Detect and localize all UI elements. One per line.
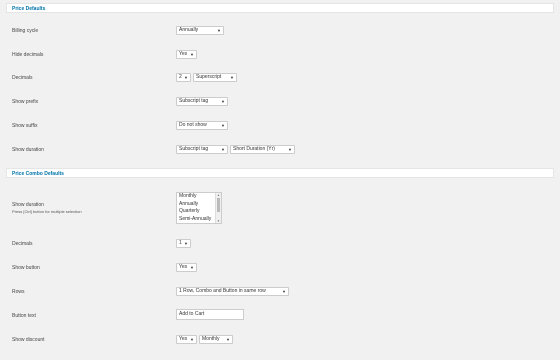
chevron-down-icon: ▼ [190, 265, 194, 270]
billing-cycle-select[interactable]: Annually ▼ [176, 26, 224, 35]
decimals-label: Decimals [12, 75, 33, 81]
decimals-value: 2 [179, 74, 182, 80]
show-suffix-value: Do not show [179, 122, 207, 128]
decimals-position-select[interactable]: Superscript ▼ [193, 73, 237, 82]
show-button-value: Yes [179, 264, 188, 270]
chevron-down-icon: ▼ [184, 75, 188, 80]
duration-format-select[interactable]: Short Duration (Yr) ▼ [230, 145, 295, 154]
show-discount-value: Yes [179, 336, 188, 342]
listbox-scrollbar[interactable]: ▲ ▼ [215, 193, 221, 223]
show-prefix-value: Subscript tag [179, 98, 209, 104]
rows-label: Rows [12, 289, 25, 295]
combo-show-duration-label: Show duration [12, 202, 44, 208]
combo-decimals-value: 1 [179, 240, 182, 246]
discount-period-select[interactable]: Monthly ▼ [199, 335, 233, 344]
chevron-down-icon: ▼ [282, 289, 286, 294]
show-suffix-label: Show suffix [12, 123, 38, 129]
billing-cycle-label: Billing cycle [12, 28, 39, 34]
show-button-select[interactable]: Yes ▼ [176, 263, 197, 272]
show-button-label: Show button [12, 265, 40, 271]
combo-decimals-select[interactable]: 1 ▼ [176, 239, 191, 248]
button-text-label: Button text [12, 313, 36, 319]
duration-multi-select[interactable]: Monthly Annually Quarterly Semi-Annually… [176, 192, 222, 224]
discount-period-value: Monthly [202, 336, 220, 342]
section-header-price-defaults: Price Defaults [6, 3, 554, 13]
hide-decimals-value: Yes [179, 51, 188, 57]
duration-format-value: Short Duration (Yr) [233, 146, 275, 152]
chevron-down-icon: ▼ [190, 337, 194, 342]
button-text-input[interactable]: Add to Cart [176, 309, 244, 320]
chevron-down-icon: ▼ [221, 123, 225, 128]
show-duration-select[interactable]: Subscript tag ▼ [176, 145, 228, 154]
show-prefix-label: Show prefix [12, 99, 39, 105]
show-prefix-select[interactable]: Subscript tag ▼ [176, 97, 228, 106]
scroll-up-icon[interactable]: ▲ [217, 193, 220, 197]
rows-select[interactable]: 1 Row, Combo and Button in same row ▼ [176, 287, 289, 296]
chevron-down-icon: ▼ [217, 28, 221, 33]
chevron-down-icon: ▼ [190, 52, 194, 57]
combo-decimals-label: Decimals [12, 241, 33, 247]
chevron-down-icon: ▼ [221, 147, 225, 152]
section-header-price-combo-defaults: Price Combo Defaults [6, 168, 554, 178]
decimals-select[interactable]: 2 ▼ [176, 73, 191, 82]
show-duration-label: Show duration [12, 147, 44, 153]
chevron-down-icon: ▼ [230, 75, 234, 80]
multi-select-help-text: Press [Ctrl] button for multiple selecti… [12, 209, 82, 214]
rows-value: 1 Row, Combo and Button in same row [179, 288, 266, 294]
hide-decimals-label: Hide decimals [12, 52, 44, 58]
show-discount-label: Show discount [12, 337, 45, 343]
scrollbar-thumb[interactable] [217, 198, 220, 212]
show-duration-value: Subscript tag [179, 146, 209, 152]
hide-decimals-select[interactable]: Yes ▼ [176, 50, 197, 59]
billing-cycle-value: Annually [179, 27, 199, 33]
decimals-position-value: Superscript [196, 74, 222, 80]
chevron-down-icon: ▼ [288, 147, 292, 152]
chevron-down-icon: ▼ [221, 99, 225, 104]
chevron-down-icon: ▼ [226, 337, 230, 342]
show-discount-select[interactable]: Yes ▼ [176, 335, 197, 344]
scroll-down-icon[interactable]: ▼ [217, 219, 220, 223]
show-suffix-select[interactable]: Do not show ▼ [176, 121, 228, 130]
chevron-down-icon: ▼ [184, 241, 188, 246]
